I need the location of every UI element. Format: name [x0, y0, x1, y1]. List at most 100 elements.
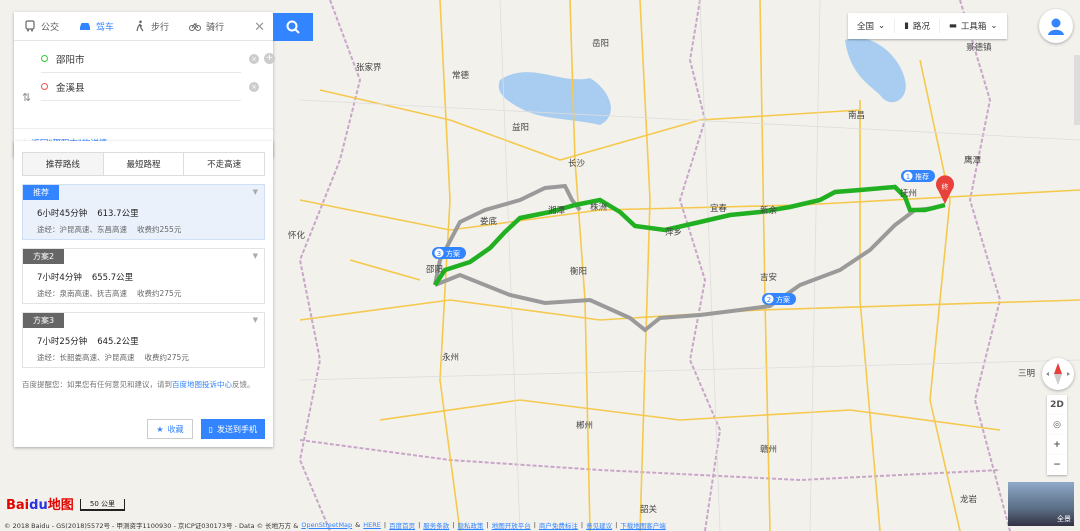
- footer-link[interactable]: 百度首页: [389, 520, 415, 530]
- tab-no-highway[interactable]: 不走高速: [184, 153, 264, 175]
- city-label: 萍乡: [665, 227, 682, 238]
- plan-tag: 方案2: [23, 249, 65, 264]
- travel-mode-tabs: 公交 驾车 步行 骑行 ✕: [14, 12, 273, 41]
- city-label: 衡阳: [570, 266, 587, 277]
- city-label: 南昌: [848, 110, 865, 121]
- route-label-1[interactable]: 1 推荐: [901, 170, 935, 182]
- search-icon: [286, 20, 300, 34]
- search-button[interactable]: [273, 13, 313, 41]
- tip-text-end: 反馈。: [232, 380, 255, 389]
- car-icon: [80, 23, 91, 30]
- plan-distance: 613.7公里: [97, 209, 139, 219]
- city-label: 韶关: [640, 504, 658, 515]
- city-label: 龙岩: [960, 494, 978, 505]
- plan-via: 途经：沪昆高速、东昌高速: [37, 225, 127, 234]
- logo-text: du: [29, 498, 48, 513]
- chevron-down-icon: ▼: [252, 188, 258, 196]
- city-label: 景德镇: [966, 42, 992, 53]
- bus-icon: [25, 20, 35, 32]
- clear-icon[interactable]: ×: [249, 81, 259, 92]
- toolbox-button[interactable]: ▬ 工具箱 ⌄: [940, 19, 1007, 33]
- city-label: 邵阳: [426, 265, 443, 275]
- scale-bar: 50 公里: [80, 499, 125, 511]
- city-label: 鹰潭: [964, 155, 982, 166]
- city-label: 娄底: [480, 216, 498, 227]
- tab-shortest[interactable]: 最短路程: [104, 153, 185, 175]
- traffic-light-icon: ▮: [904, 21, 909, 31]
- route-preference-tabs: 推荐路线 最短路程 不走高速: [22, 152, 265, 176]
- plan-distance: 645.2公里: [97, 337, 139, 347]
- footer-link[interactable]: HERE: [363, 521, 381, 529]
- plan-time: 7小时4分钟: [37, 273, 82, 283]
- side-scrollbar[interactable]: [1074, 55, 1080, 125]
- city-label: 永州: [442, 352, 459, 363]
- end-dot-icon: [41, 83, 48, 90]
- send-to-phone-button[interactable]: ▯ 发送到手机: [200, 419, 265, 439]
- chevron-down-icon: ⌄: [878, 21, 886, 31]
- favorite-label: 收藏: [167, 424, 184, 434]
- toolbox-label: 工具箱: [960, 22, 987, 32]
- route-label-text: 方案: [446, 249, 460, 258]
- phone-icon: ▯: [208, 424, 213, 434]
- start-field[interactable]: 邵阳市 × +: [41, 45, 275, 73]
- star-icon: ★: [156, 424, 164, 434]
- footer-link[interactable]: OpenStreetMap: [301, 521, 352, 529]
- city-label: 郴州: [576, 420, 593, 431]
- baidu-map-logo[interactable]: Baidu地图: [6, 494, 74, 513]
- footer-link[interactable]: 服务条款: [423, 520, 449, 530]
- footer-link[interactable]: 意见建议: [586, 520, 612, 530]
- route-plan-2[interactable]: 方案2 ▼ 7小时4分钟 655.7公里 途经：泉南高速、抚吉高速 收费约275元: [22, 248, 265, 304]
- end-field[interactable]: 金溪县 ×: [41, 73, 259, 101]
- clear-icon[interactable]: ×: [249, 53, 259, 64]
- tab-bike[interactable]: 骑行: [179, 12, 234, 40]
- tab-transit[interactable]: 公交: [14, 12, 69, 40]
- favorite-button[interactable]: ★ 收藏: [147, 419, 193, 439]
- compass-control[interactable]: [1042, 358, 1074, 390]
- tab-label: 驾车: [96, 22, 115, 33]
- route-label-3[interactable]: 3 方案: [432, 247, 466, 259]
- search-panel: 公交 驾车 步行 骑行 ✕ ⇅ 邵阳市 × + 金溪县 × ‹ 返回: [14, 12, 275, 157]
- plan-fee: 收费约275元: [144, 353, 189, 362]
- traffic-button[interactable]: ▮ 路况: [895, 19, 940, 33]
- start-value: 邵阳市: [56, 54, 85, 66]
- traffic-label: 路况: [912, 22, 930, 32]
- chevron-down-icon: ▼: [252, 316, 258, 324]
- tip-text: 百度提醒您：如果您有任何意见和建议，请到: [22, 380, 172, 389]
- locate-button[interactable]: ◎: [1047, 415, 1067, 435]
- 2d-3d-toggle[interactable]: 2D: [1047, 395, 1067, 415]
- tab-walk[interactable]: 步行: [124, 12, 179, 40]
- footer-link[interactable]: 隐私政策: [457, 520, 483, 530]
- user-avatar[interactable]: [1039, 9, 1073, 43]
- send-label: 发送到手机: [217, 424, 257, 434]
- route-inputs: ⇅ 邵阳市 × + 金溪县 ×: [14, 41, 275, 129]
- close-icon[interactable]: ✕: [254, 20, 265, 35]
- footer-link[interactable]: 商户免费标注: [539, 520, 578, 530]
- compass-icon: [1046, 363, 1070, 385]
- city-label: 株洲: [590, 202, 607, 213]
- route-label-num: 1: [906, 173, 910, 181]
- city-label: 赣州: [760, 444, 777, 455]
- route-plan-1[interactable]: 推荐 ▼ 6小时45分钟 613.7公里 途经：沪昆高速、东昌高速 收费约255元: [22, 184, 265, 240]
- complaint-center-link[interactable]: 百度地图投诉中心: [172, 380, 232, 389]
- zoom-in-button[interactable]: +: [1047, 435, 1067, 455]
- city-label: 湘潭: [548, 205, 566, 216]
- route-plan-3[interactable]: 方案3 ▼ 7小时25分钟 645.2公里 途经：长韶娄高速、沪昆高速 收费约275…: [22, 312, 265, 368]
- footer-link[interactable]: 下载地图客户端: [620, 520, 666, 530]
- city-label: 怀化: [288, 230, 306, 241]
- route-plans-panel: 推荐路线 最短路程 不走高速 推荐 ▼ 6小时45分钟 613.7公里 途经：沪昆…: [14, 141, 273, 447]
- region-select[interactable]: 全国 ⌄: [848, 19, 896, 33]
- city-label: 岳阳: [592, 38, 609, 49]
- zoom-out-button[interactable]: −: [1047, 455, 1067, 475]
- end-value: 金溪县: [56, 82, 85, 94]
- city-label: 张家界: [356, 62, 382, 73]
- swap-icon[interactable]: ⇅: [22, 91, 31, 104]
- city-label: 宜春: [710, 203, 728, 214]
- add-waypoint-icon[interactable]: +: [264, 53, 275, 64]
- region-label: 全国: [857, 22, 875, 32]
- chevron-down-icon: ⌄: [990, 21, 998, 31]
- tab-drive[interactable]: 驾车: [69, 12, 124, 40]
- tab-recommended[interactable]: 推荐路线: [23, 153, 104, 175]
- route-label-2[interactable]: 2 方案: [762, 293, 796, 305]
- plan-via: 途经：泉南高速、抚吉高速: [37, 289, 127, 298]
- footer-link[interactable]: 地图开放平台: [492, 520, 531, 530]
